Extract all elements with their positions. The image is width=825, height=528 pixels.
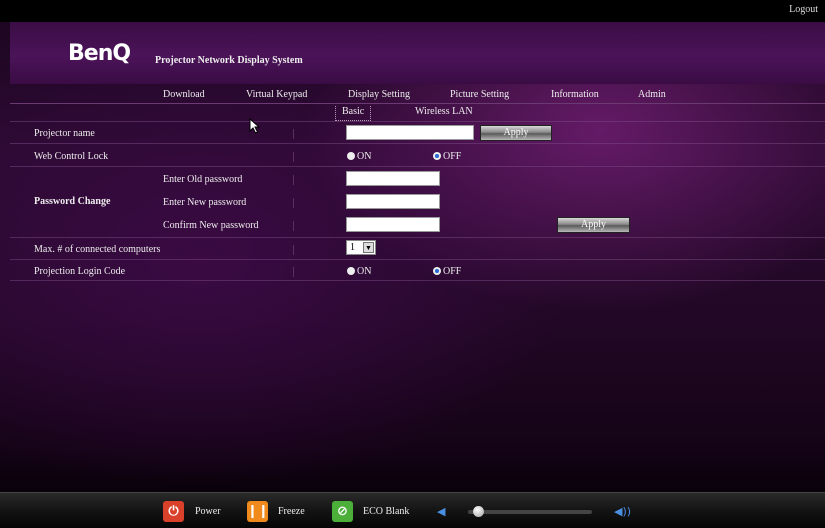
page: Logout BenQ Projector Network Display Sy… [0,0,825,528]
radio-selected-icon [433,152,441,160]
new-password-input[interactable] [346,194,440,209]
column-separator [293,129,294,139]
web-control-lock-off-radio[interactable]: OFF [433,151,461,162]
projector-name-input[interactable] [346,125,474,140]
volume-slider-track[interactable] [468,510,592,514]
row-divider [10,237,825,238]
freeze-button[interactable]: ❙❙ Freeze [247,501,309,523]
volume-slider-handle[interactable] [472,506,484,517]
column-separator [293,175,294,185]
password-change-label: Password Change [34,196,111,207]
radio-unselected-icon [347,267,355,275]
nav-download[interactable]: Download [163,89,205,100]
nav-picture-setting[interactable]: Picture Setting [450,89,509,100]
max-computers-value: 1 [350,242,355,253]
confirm-password-input[interactable] [346,217,440,232]
power-label: Power [195,506,221,517]
nav-virtual-keypad[interactable]: Virtual Keypad [246,89,307,100]
mouse-cursor-icon [249,118,261,134]
nav-display-setting[interactable]: Display Setting [348,89,410,100]
header-banner: BenQ Projector Network Display System [10,22,825,84]
benq-logo: BenQ [68,41,131,66]
row-divider [10,166,825,167]
projector-name-label: Projector name [34,128,95,139]
freeze-icon: ❙❙ [247,501,269,522]
eco-blank-button[interactable]: ⊘ ECO Blank [332,501,414,523]
row-divider [10,259,825,260]
volume-up-icon[interactable]: ◀)) [614,505,631,518]
tab-wireless-lan[interactable]: Wireless LAN [409,106,479,121]
column-separator [293,267,294,277]
column-separator [293,221,294,231]
row-divider [10,121,825,122]
max-computers-label: Max. # of connected computers [34,244,161,255]
sub-tabs: Basic Wireless LAN [0,104,825,121]
power-button[interactable]: ⏻ Power [163,501,223,523]
eco-blank-icon: ⊘ [332,501,353,522]
confirm-password-label: Confirm New password [163,220,259,231]
volume-down-icon[interactable]: ◀ [437,505,445,518]
web-control-lock-on-radio[interactable]: ON [347,151,371,162]
nav-admin[interactable]: Admin [638,89,666,100]
radio-unselected-icon [347,152,355,160]
nav-information[interactable]: Information [551,89,599,100]
login-code-on-radio[interactable]: ON [347,266,371,277]
login-code-off-radio[interactable]: OFF [433,266,461,277]
projector-name-apply-button[interactable]: Apply [480,125,552,141]
new-password-label: Enter New password [163,197,247,208]
password-apply-button[interactable]: Apply [557,217,630,233]
logout-link[interactable]: Logout [789,4,818,15]
top-bar: Logout [0,0,825,22]
power-icon: ⏻ [163,501,184,522]
column-separator [293,245,294,255]
max-computers-select[interactable]: 1 ▼ [346,240,376,255]
page-title: Projector Network Display System [155,55,303,66]
row-divider [10,143,825,144]
old-password-label: Enter Old password [163,174,243,185]
web-control-lock-label: Web Control Lock [34,151,109,162]
column-separator [293,198,294,208]
old-password-input[interactable] [346,171,440,186]
chevron-down-icon: ▼ [363,242,374,253]
eco-blank-label: ECO Blank [363,506,410,517]
control-bar: ⏻ Power ❙❙ Freeze ⊘ ECO Blank ◀ ◀)) [0,492,825,528]
tab-basic[interactable]: Basic [335,106,372,121]
row-divider [10,280,825,281]
radio-selected-icon [433,267,441,275]
main-nav: Download Virtual Keypad Display Setting … [10,87,825,104]
column-separator [293,152,294,162]
login-code-label: Projection Login Code [34,266,126,277]
freeze-label: Freeze [278,506,305,517]
